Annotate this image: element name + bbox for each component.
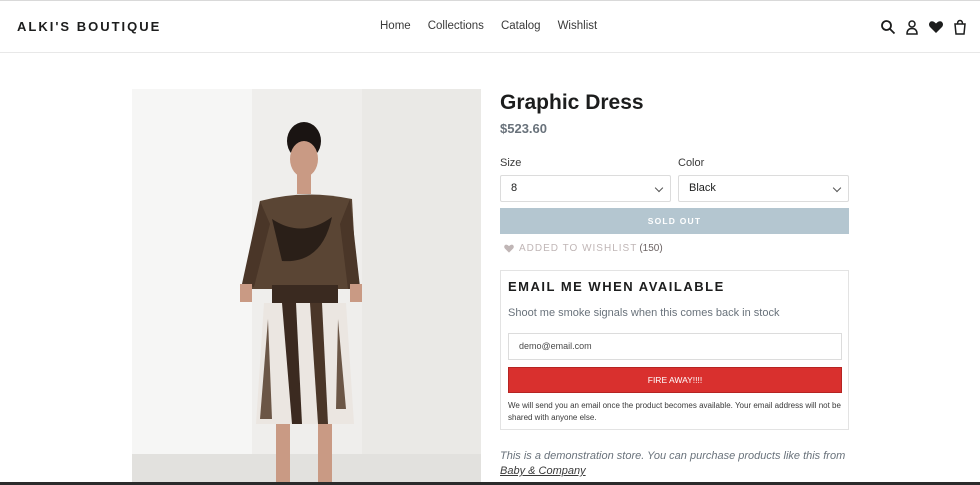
color-selector: Color Black [678,157,849,202]
heart-icon [504,244,514,253]
size-value: 8 [511,182,518,194]
chevron-down-icon [832,183,842,193]
size-dropdown[interactable]: 8 [500,175,671,202]
wishlist-count: (150) [639,243,663,254]
search-icon[interactable] [880,19,896,35]
account-icon[interactable] [904,19,920,35]
product-price: $523.60 [500,121,547,136]
color-value: Black [689,182,716,194]
notify-box: EMAIL ME WHEN AVAILABLE Shoot me smoke s… [500,270,849,430]
size-label: Size [500,157,522,169]
product-title: Graphic Dress [500,91,644,114]
main-nav: Home Collections Catalog Wishlist [380,20,614,32]
notify-note: We will send you an email once the produ… [508,401,841,422]
notify-description: Shoot me smoke signals when this comes b… [508,307,780,319]
demo-notice: This is a demonstration store. You can p… [500,449,849,479]
product-image[interactable] [132,89,481,485]
chevron-down-icon [654,183,664,193]
size-selector: Size 8 [500,157,671,202]
wishlist-label: ADDED TO WISHLIST [519,243,638,254]
demo-text: This is a demonstration store. You can p… [500,450,846,462]
fire-away-button[interactable]: FIRE AWAY!!!! [508,367,842,393]
nav-home[interactable]: Home [380,20,411,32]
wishlist-toggle[interactable]: ADDED TO WISHLIST (150) [503,243,663,254]
demo-link[interactable]: Baby & Company [500,465,586,477]
store-logo[interactable]: ALKI'S BOUTIQUE [17,19,161,34]
color-dropdown[interactable]: Black [678,175,849,202]
email-field[interactable]: demo@email.com [508,333,842,360]
product-info: Graphic Dress $523.60 Size 8 Color Black… [500,89,849,477]
sold-out-button[interactable]: SOLD OUT [500,208,849,234]
site-header: ALKI'S BOUTIQUE Home Collections Catalog… [0,0,980,53]
heart-icon[interactable] [928,19,944,35]
color-label: Color [678,157,705,169]
nav-wishlist[interactable]: Wishlist [558,20,598,32]
nav-collections[interactable]: Collections [428,20,484,32]
cart-icon[interactable] [952,19,968,35]
nav-catalog[interactable]: Catalog [501,20,541,32]
notify-title: EMAIL ME WHEN AVAILABLE [508,279,725,294]
header-icons [880,19,968,35]
